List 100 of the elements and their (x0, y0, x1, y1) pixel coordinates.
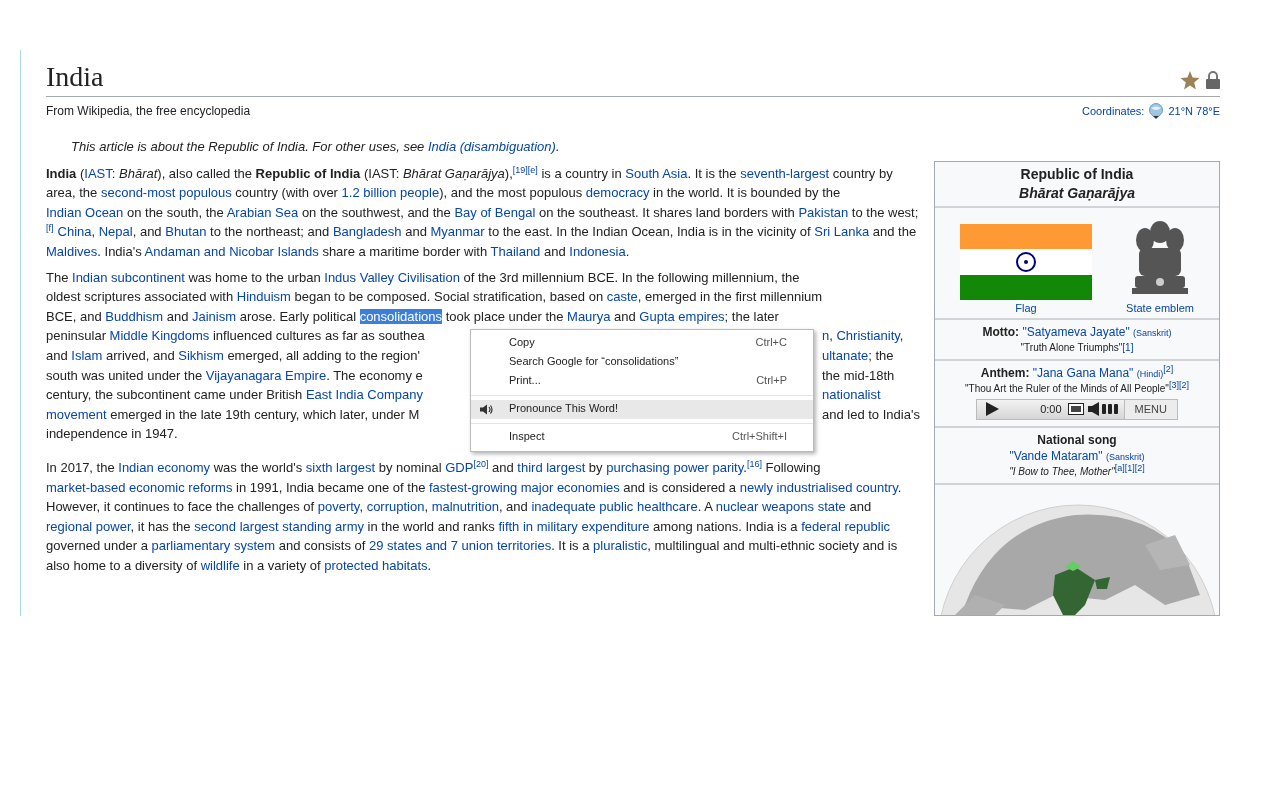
link[interactable]: Thailand (490, 243, 541, 259)
selected-text: consolidations (359, 308, 443, 324)
link[interactable]: Indian Ocean (46, 204, 124, 220)
link[interactable]: regional power (46, 518, 131, 534)
coordinates-link[interactable]: Coordinates: (1082, 104, 1145, 117)
translation-line: "Truth Alone Triumphs"[1] (1019, 340, 1135, 355)
coordinates-link[interactable]: 21°N 78°E (1168, 104, 1220, 117)
link[interactable]: Middle Kingdoms (109, 328, 210, 344)
link[interactable]: Bhutan (165, 224, 207, 240)
menu-button[interactable]: MENU (1123, 399, 1177, 419)
reference-link[interactable]: [1] (1122, 341, 1134, 353)
menu-item[interactable]: Pronounce This Word! (471, 399, 813, 419)
paragraph: In 2017, the Indian economy was the world's sixth largest by nominal GDP$^{[20]}$ and third largest by purchasing power parity.$^{[16]}$ Following market-based economic reforms in 1991, India became one of the fastest-growing major economies and is considered a newly industrialised country. However, it continues to face the challenges of poverty, corruption, malnutrition, and inadequate public healthcare. A nuclear weapons state and regional power, it has the second largest standing army in the world and ranks fifth in military expenditure among nations. India is a federal republic governed under a parliamentary system and consists of 29 states and 7 union territories. It is a pluralistic, multilingual and multi-ethnic society and is also home to a diversity of wildlife in a variety of protected habitats. (46, 457, 903, 575)
link[interactable]: "Satyameva Jayate" (1022, 324, 1130, 339)
globe-icon[interactable] (1147, 102, 1166, 119)
link[interactable]: Islam (71, 347, 103, 363)
link[interactable]: Nepal (98, 224, 133, 240)
reference-link[interactable]: [20] (473, 458, 489, 469)
link[interactable]: nuclear weapons state (715, 499, 846, 515)
text-line: and led to India's (821, 405, 921, 424)
reference-link[interactable]: [a][1][2] (1114, 462, 1145, 473)
link[interactable]: Arabian Sea (226, 204, 299, 220)
link[interactable]: malnutrition (431, 499, 499, 515)
infobox-title: Republic of India (1019, 164, 1135, 184)
menu-item[interactable]: Print... Ctrl+P (471, 371, 813, 391)
link[interactable]: Sikhism (178, 347, 224, 363)
volume-icon[interactable] (1087, 402, 1120, 417)
infobox-subtitle: Bhārat Gaṇarājya (1018, 183, 1136, 203)
text-line: ultanate; the (821, 346, 895, 365)
link[interactable]: Maurya (567, 308, 611, 324)
page-title: India (46, 60, 105, 94)
translation-line: "Thou Art the Ruler of the Minds of All People"$^{[3][2]}$ (964, 381, 1190, 396)
menu-item[interactable]: Copy Ctrl+C (471, 333, 813, 353)
time-display: 0:00 (1039, 403, 1063, 416)
link[interactable]: market-based economic reforms (46, 479, 233, 495)
link[interactable]: sixth largest (305, 459, 376, 475)
link[interactable]: Indian subcontinent (72, 269, 185, 285)
link[interactable]: protected habitats (324, 557, 428, 573)
link[interactable]: seventh-largest (740, 165, 830, 181)
link[interactable]: inadequate public healthcare (531, 499, 698, 515)
link[interactable]: Indonesia (569, 243, 626, 259)
text-line: oldest scriptures associated with Hinduism began to be composed. Social stratification, based on caste, emerged in the first millennium (46, 288, 823, 307)
link[interactable]: Bay of Bengal (454, 204, 536, 220)
captions-icon[interactable] (1067, 403, 1084, 416)
link[interactable]: fifth in military expenditure (498, 518, 650, 534)
link[interactable]: Buddhism (105, 308, 164, 324)
link[interactable]: nationalist (822, 387, 881, 403)
translation-line: "I Bow to Thee, Mother"$^{[a][1][2]}$ (1008, 464, 1146, 479)
national-song-label: National song (1036, 431, 1118, 448)
speaker-icon (479, 403, 493, 415)
menu-item[interactable]: Inspect Ctrl+Shift+I (471, 427, 813, 447)
text-line: the mid-18th (821, 366, 896, 385)
link[interactable]: Hinduism (236, 289, 291, 305)
reference-link[interactable]: [19][e] (512, 164, 538, 175)
link[interactable]: parliamentary system (151, 538, 276, 554)
link[interactable]: movement (46, 406, 107, 422)
link[interactable]: Christianity (836, 328, 900, 344)
link[interactable]: fastest-growing major economies (429, 479, 620, 495)
link[interactable]: (Hindi) (1136, 368, 1164, 379)
lock-icon[interactable] (1206, 71, 1220, 90)
link[interactable]: newly industrialised country (739, 479, 898, 495)
menu-item[interactable]: Search Google for “consolidations” (471, 352, 813, 372)
play-button[interactable] (985, 402, 999, 417)
paragraph: India (IAST: Bhārat), also called the Republic of India (IAST: Bhārat Gaṇarājya),$^{[19][e]}$ is a country in South Asia. It is the seventh-largest country by area, the second-most populous country (with over 1.2 billion people), and the most populous democracy in the world. It is bounded by the Indian Ocean on the south, the Arabian Sea on the southwest, and the Bay of Bengal on the southeast. It shares land borders with Pakistan to the west; $^{[f]}$ China, Nepal, and Bhutan to the northeast; and Bangladesh and Myanmar to the east. In the Indian Ocean, India is in the vicinity of Sri Lanka and the Maldives. India's Andaman and Nicobar Islands share a maritime border with Thailand and Indonesia. (46, 163, 920, 261)
reference-link[interactable]: [2] (1163, 363, 1174, 374)
reference-link[interactable]: [f] (46, 223, 54, 234)
link[interactable]: IAST (84, 165, 112, 181)
tagline: From Wikipedia, the free encyclopedia (46, 103, 251, 118)
link[interactable]: third largest (517, 459, 586, 475)
link[interactable]: East India Company (305, 387, 423, 403)
link[interactable]: Myanmar (430, 224, 485, 240)
star-icon[interactable] (1180, 70, 1200, 90)
link[interactable]: federal republic (801, 518, 891, 534)
link[interactable]: (Sanskrit) (1133, 327, 1172, 338)
text-line: BCE, and Buddhism and Jainism arose. Early political consolidations took place under the Maurya and Gupta empires; the later (46, 307, 779, 326)
link[interactable]: Gupta empires (639, 308, 725, 324)
image-caption[interactable]: State emblem (1126, 301, 1194, 314)
link[interactable]: 1.2 billion people (341, 185, 440, 201)
link[interactable]: "Jana Gana Mana" (1032, 365, 1134, 380)
link[interactable]: Pakistan (798, 204, 849, 220)
link[interactable]: India (disambiguation) (427, 138, 556, 154)
link[interactable]: Bangladesh (332, 224, 402, 240)
link[interactable]: second largest standing army (194, 518, 364, 534)
reference-link[interactable]: [3][2] (1168, 379, 1189, 390)
link[interactable]: (Sanskrit) (1105, 451, 1145, 462)
text-line: n, Christianity, (821, 327, 905, 346)
hatnote: This article is about the Republic of India. For other uses, see India (disambiguation). (71, 138, 561, 154)
link[interactable]: second-most populous (100, 185, 232, 201)
link[interactable]: Sri Lanka (814, 224, 870, 240)
text-line: The Indian subcontinent was home to the urban Indus Valley Civilisation of the 3rd millennium BCE. In the following millennium, the (46, 268, 800, 287)
link[interactable]: Jainism (192, 308, 237, 324)
link[interactable]: Indian economy (118, 459, 211, 475)
image-caption[interactable]: Flag (1015, 301, 1037, 314)
link[interactable]: democracy (585, 185, 650, 201)
link[interactable]: caste (606, 289, 638, 305)
reference-link[interactable]: [16] (746, 458, 762, 469)
link[interactable]: Indus Valley Civilisation (324, 269, 460, 285)
link[interactable]: wildlife (200, 557, 240, 573)
link[interactable]: Andaman and Nicobar Islands (144, 243, 319, 259)
link[interactable]: "Vande Mataram" (1009, 448, 1103, 463)
